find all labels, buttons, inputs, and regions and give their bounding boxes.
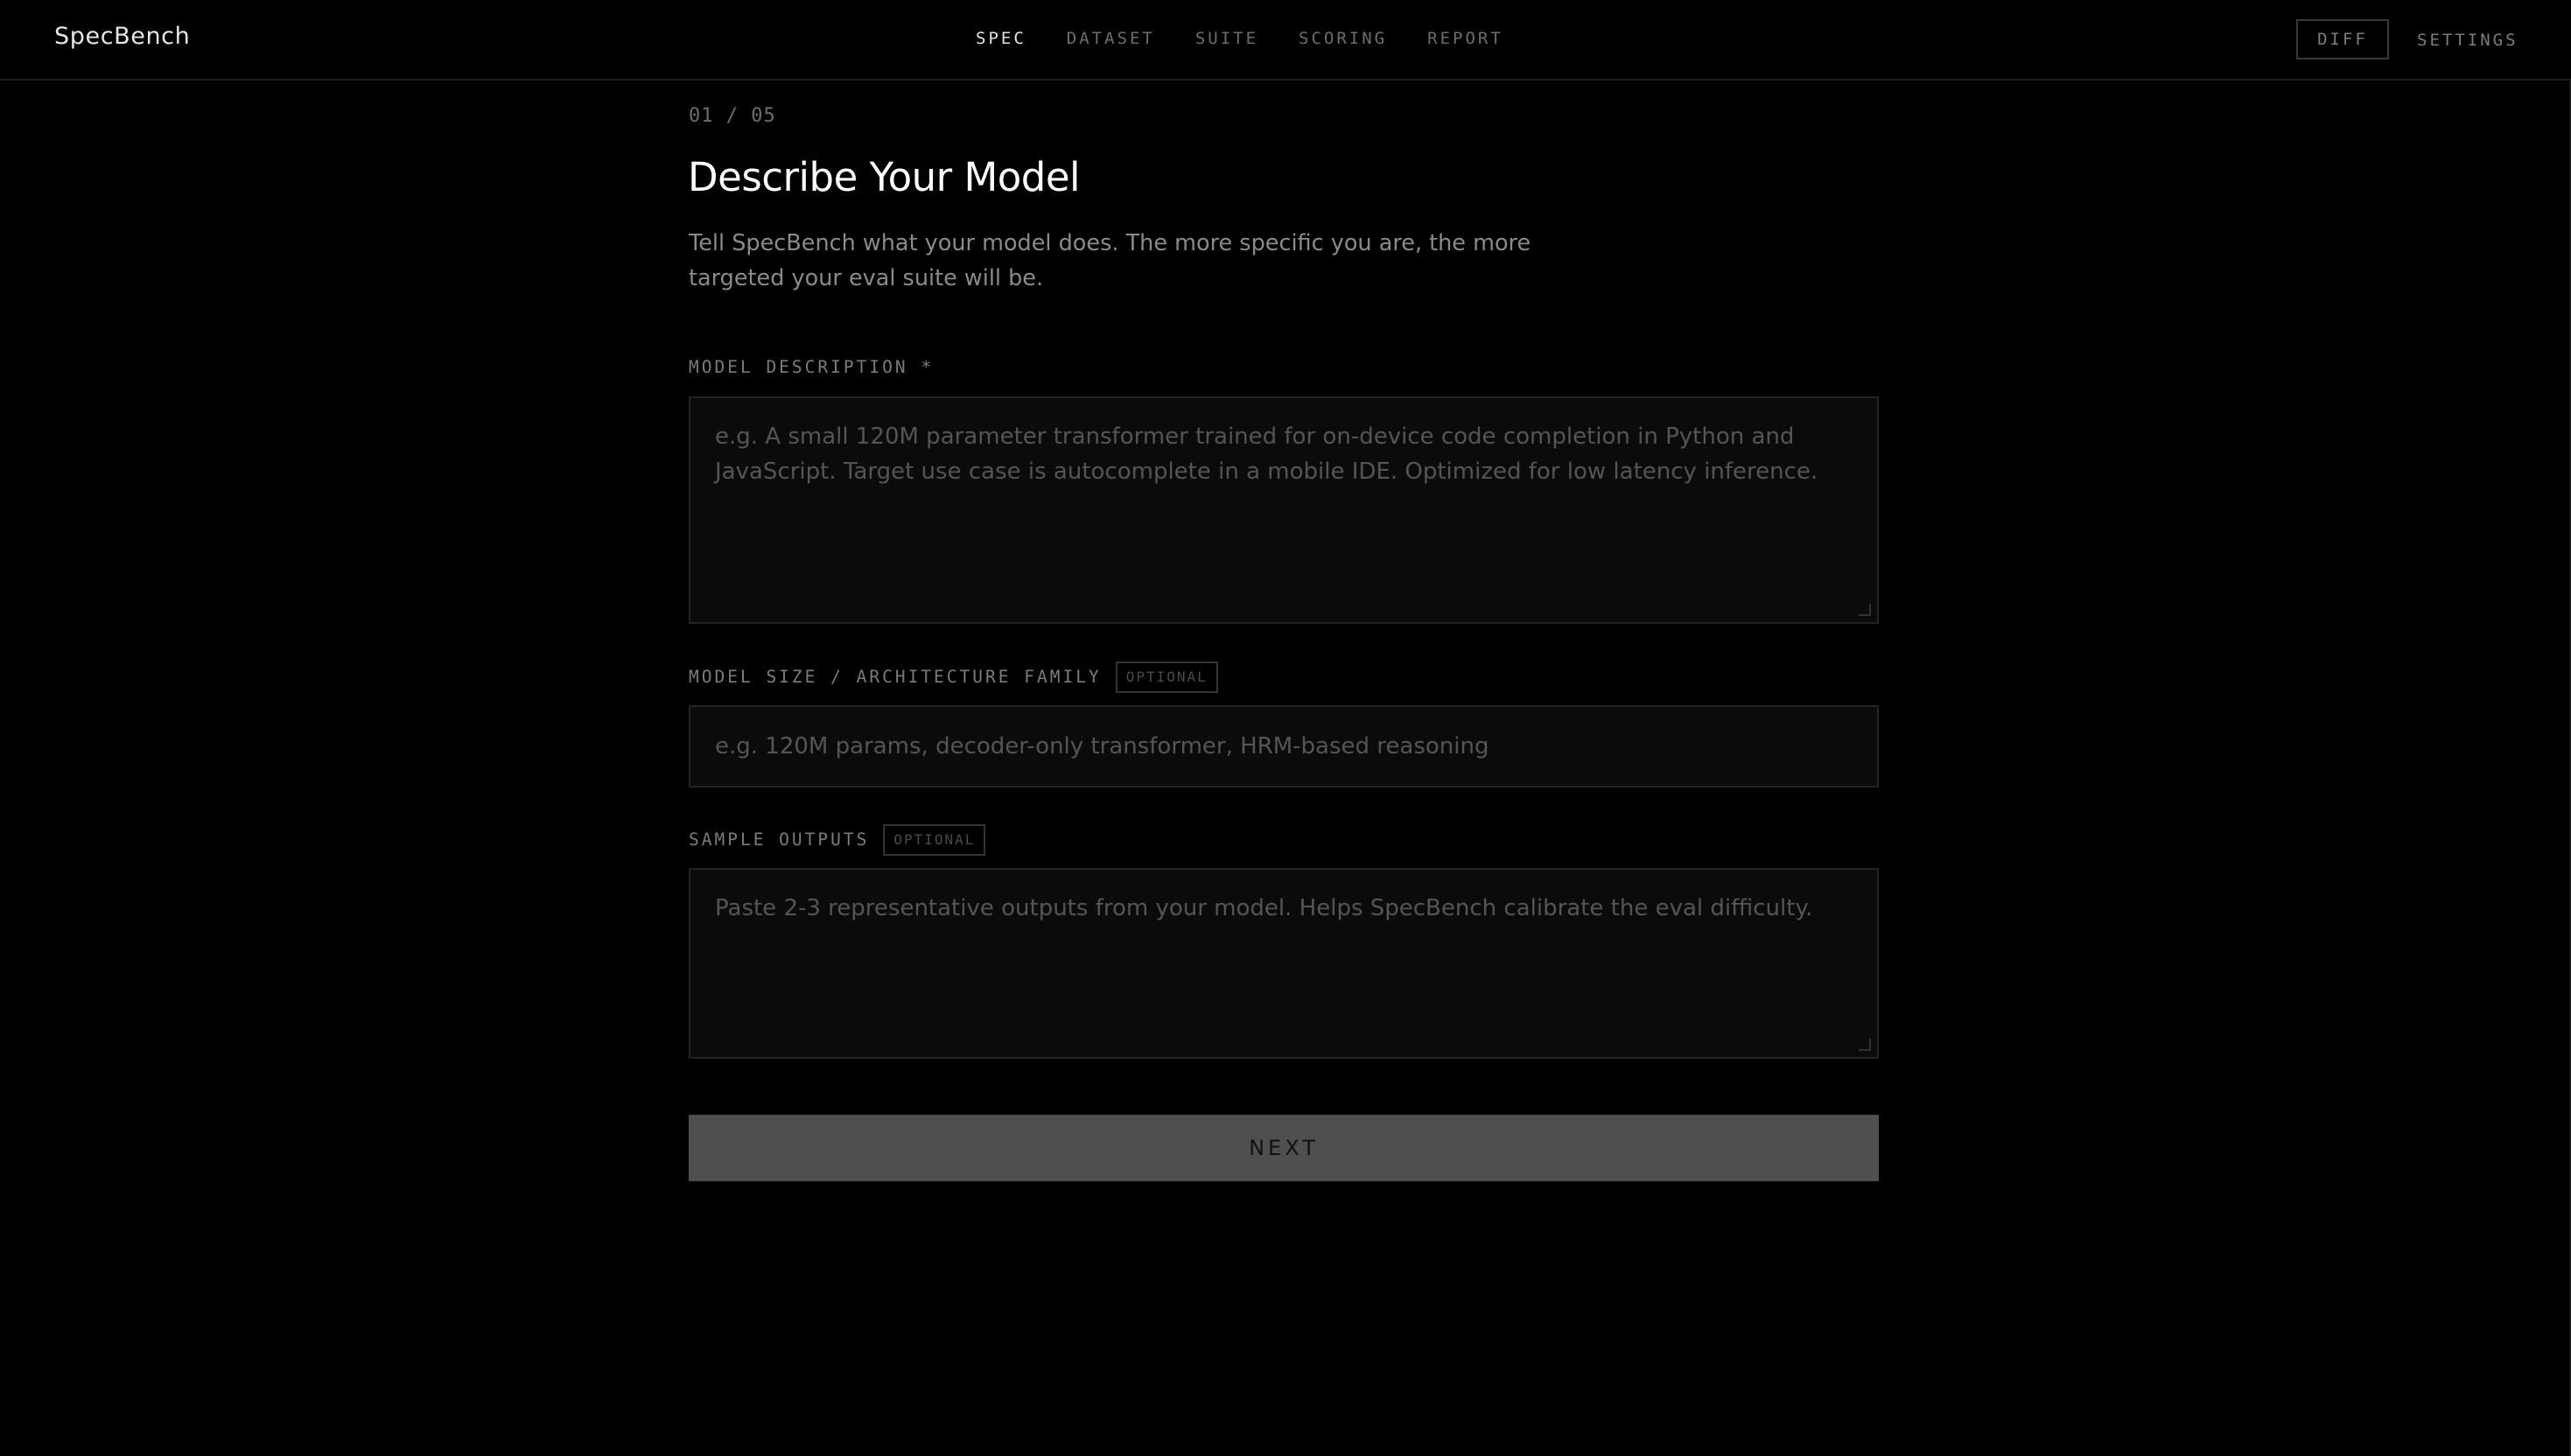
next-button[interactable]: NEXT xyxy=(689,1115,1879,1181)
model-size-input[interactable] xyxy=(689,705,1879,788)
model-size-label: MODEL SIZE / ARCHITECTURE FAMILY OPTIONA… xyxy=(689,662,1218,693)
resize-grip-icon[interactable] xyxy=(1859,604,1871,616)
sample-outputs-input[interactable] xyxy=(689,868,1879,1059)
page-title: Describe Your Model xyxy=(688,154,1081,200)
model-description-label: MODEL DESCRIPTION * xyxy=(689,355,934,380)
sample-outputs-label-text: SAMPLE OUTPUTS xyxy=(689,830,870,850)
main-nav: SPEC DATASET SUITE SCORING REPORT xyxy=(976,26,1544,51)
step-indicator: 01 / 05 xyxy=(689,105,776,127)
tab-scoring[interactable]: SCORING xyxy=(1299,26,1387,51)
model-description-label-text: MODEL DESCRIPTION * xyxy=(689,357,935,377)
settings-link[interactable]: SETTINGS xyxy=(2417,28,2518,52)
sample-outputs-label: SAMPLE OUTPUTS OPTIONAL xyxy=(689,824,986,856)
brand-logo[interactable]: SpecBench xyxy=(54,23,190,50)
resize-grip-icon[interactable] xyxy=(1859,1039,1871,1051)
optional-badge: OPTIONAL xyxy=(1115,662,1218,693)
tab-dataset[interactable]: DATASET xyxy=(1067,26,1155,51)
tab-report[interactable]: REPORT xyxy=(1427,26,1503,51)
diff-button[interactable]: DIFF xyxy=(2296,19,2389,60)
tab-spec[interactable]: SPEC xyxy=(976,26,1026,51)
tab-suite[interactable]: SUITE xyxy=(1195,26,1258,51)
model-size-label-text: MODEL SIZE / ARCHITECTURE FAMILY xyxy=(689,667,1102,687)
model-description-input[interactable] xyxy=(689,396,1879,624)
page: SpecBench SPEC DATASET SUITE SCORING REP… xyxy=(0,0,2571,1456)
top-bar: SpecBench SPEC DATASET SUITE SCORING REP… xyxy=(0,0,2571,80)
optional-badge: OPTIONAL xyxy=(883,824,986,856)
page-description: Tell SpecBench what your model does. The… xyxy=(689,230,1531,291)
